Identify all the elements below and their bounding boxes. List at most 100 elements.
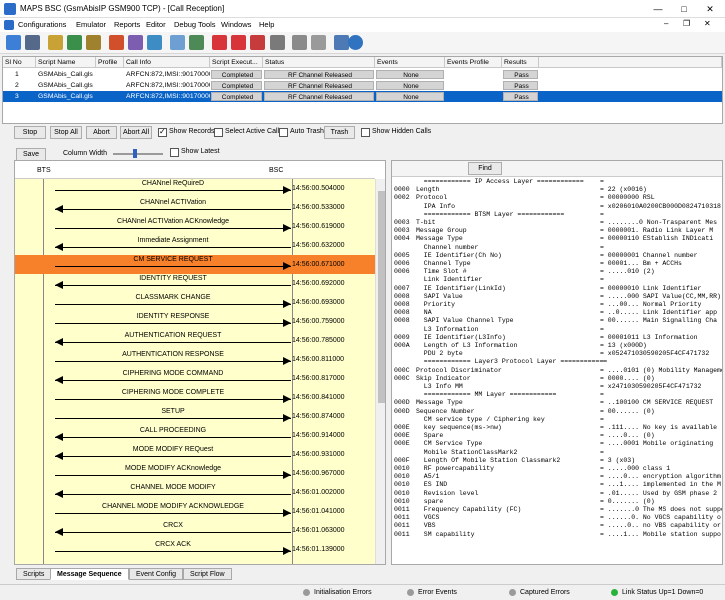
decode-offset: 0011 xyxy=(394,522,410,530)
decode-value: = xyxy=(600,358,604,366)
window-title: MAPS BSC (GsmAbisIP GSM900 TCP) - [Call … xyxy=(20,4,225,13)
menu-emulator[interactable]: Emulator xyxy=(76,20,106,29)
cell-result: Pass xyxy=(503,92,538,101)
menu-windows[interactable]: Windows xyxy=(221,20,251,29)
column-width-slider[interactable] xyxy=(113,153,163,155)
sequence-message[interactable]: AUTHENTICATION REQUEST 14:56:00.785000 xyxy=(15,331,375,350)
close-button[interactable]: ✕ xyxy=(697,0,723,18)
table-row-selected[interactable]: 3 GSMAbis_Call.gls ARFCN:872,IMSI::90170… xyxy=(3,91,722,102)
col-header-events-profile[interactable]: Events Profile xyxy=(445,57,502,68)
decode-value: = ......0. No VGCS capability o xyxy=(600,514,721,522)
checklist-icon[interactable] xyxy=(147,35,162,50)
sequence-scrollbar[interactable] xyxy=(375,179,385,564)
sequence-message[interactable]: IDENTITY RESPONSE 14:56:00.759000 xyxy=(15,312,375,331)
sequence-message[interactable]: CLASSMARK CHANGE 14:56:00.693000 xyxy=(15,293,375,312)
mdi-close-button[interactable]: ✕ xyxy=(704,19,711,28)
stop-doc-icon[interactable] xyxy=(212,35,227,50)
find-button[interactable]: Find xyxy=(468,162,502,175)
col-header-status[interactable]: Status xyxy=(263,57,375,68)
abort-button[interactable]: Abort xyxy=(86,126,117,139)
show-records-checkbox[interactable] xyxy=(158,127,167,137)
minimize-button[interactable]: — xyxy=(645,0,671,18)
pause-doc-icon[interactable] xyxy=(231,35,246,50)
menu-debug-tools[interactable]: Debug Tools xyxy=(174,20,216,29)
sequence-message[interactable]: CHANNEL MODE MODIFY 14:56:01.002000 xyxy=(15,483,375,502)
delete-doc-icon[interactable] xyxy=(250,35,265,50)
sequence-message[interactable]: Immediate Assignment 14:56:00.632000 xyxy=(15,236,375,255)
sequence-message[interactable]: SETUP 14:56:00.874000 xyxy=(15,407,375,426)
help-icon[interactable] xyxy=(334,35,349,50)
sequence-message[interactable]: IDENTITY REQUEST 14:56:00.692000 xyxy=(15,274,375,293)
list-icon[interactable] xyxy=(311,35,326,50)
mdi-minimize-button[interactable]: – xyxy=(664,19,668,28)
slider-thumb[interactable] xyxy=(133,149,137,158)
show-latest-checkbox[interactable] xyxy=(170,148,179,157)
decode-value: = ...00... Normal Priority xyxy=(600,301,702,308)
menu-configurations[interactable]: Configurations xyxy=(18,20,66,29)
col-header-call-info[interactable]: Call Info xyxy=(124,57,210,68)
maximize-button[interactable]: □ xyxy=(671,0,697,18)
notebook-icon[interactable] xyxy=(25,35,40,50)
sequence-message[interactable]: MODE MODIFY REQuest 14:56:00.931000 xyxy=(15,445,375,464)
cube-icon[interactable] xyxy=(109,35,124,50)
doc-icon[interactable] xyxy=(4,20,14,30)
pencil-icon[interactable] xyxy=(189,35,204,50)
message-timestamp: 14:56:00.632000 xyxy=(292,242,345,249)
table-row[interactable]: 2 GSMAbis_Call.gls ARFCN:872,IMSI::90170… xyxy=(3,80,722,91)
flag-icon[interactable] xyxy=(67,35,82,50)
auto-trash-checkbox[interactable] xyxy=(279,128,288,137)
menu-help[interactable]: Help xyxy=(259,20,274,29)
tools-icon[interactable] xyxy=(270,35,285,50)
col-header-slno[interactable]: Sl No xyxy=(3,57,36,68)
decode-field: T-bit xyxy=(416,219,436,226)
mdi-restore-button[interactable]: ❐ xyxy=(683,19,690,28)
scrollbar-thumb[interactable] xyxy=(378,191,385,403)
arrow-right-icon xyxy=(283,395,291,403)
col-header-profile[interactable]: Profile xyxy=(96,57,124,68)
tab-message-sequence[interactable]: Message Sequence xyxy=(50,568,129,580)
decode-offset: 0002 xyxy=(394,194,410,202)
sequence-message[interactable]: CHANnel ACTIVation ACKnowledge 14:56:00.6… xyxy=(15,217,375,236)
wand-icon[interactable] xyxy=(170,35,185,50)
sequence-message[interactable]: CIPHERING MODE COMMAND 14:56:00.817000 xyxy=(15,369,375,388)
menu-reports[interactable]: Reports xyxy=(114,20,140,29)
col-header-script-name[interactable]: Script Name xyxy=(36,57,96,68)
decode-value: = x052471030590205F4CF471732 xyxy=(600,350,710,358)
select-active-call-checkbox[interactable] xyxy=(214,128,223,137)
tab-script-flow[interactable]: Script Flow xyxy=(183,568,232,580)
sequence-message-selected[interactable]: CM SERVICE REQUEST 14:56:00.671000 xyxy=(15,255,375,274)
sequence-message[interactable]: MODE MODIFY ACKnowledge 14:56:00.967000 xyxy=(15,464,375,483)
col-header-events[interactable]: Events xyxy=(375,57,445,68)
sequence-message[interactable]: CHANnel ACTIVation 14:56:00.533000 xyxy=(15,198,375,217)
tab-scripts[interactable]: Scripts xyxy=(16,568,52,580)
col-header-script-exec[interactable]: Script Execut... xyxy=(210,57,263,68)
sequence-message[interactable]: CRCX 14:56:01.063000 xyxy=(15,521,375,540)
wizard-icon[interactable] xyxy=(128,35,143,50)
message-arrow-line xyxy=(55,342,291,343)
refresh-icon[interactable] xyxy=(348,35,363,50)
menu-editor[interactable]: Editor xyxy=(146,20,166,29)
sequence-message[interactable]: CIPHERING MODE COMPLETE 14:56:00.841000 xyxy=(15,388,375,407)
decode-line: L3 Info MM = x2471030590205F4CF471732 xyxy=(394,383,722,391)
sequence-message[interactable]: CRCX ACK 14:56:01.139000 xyxy=(15,540,375,559)
gear-icon[interactable] xyxy=(6,35,21,50)
show-hidden-calls-checkbox[interactable] xyxy=(361,128,370,137)
cell-status: RF Channel Released xyxy=(264,92,374,101)
decode-line: 000C Skip Indicator = 0000.... (0) xyxy=(394,375,722,383)
sequence-message[interactable]: CHANNEL MODE MODIFY ACKNOWLEDGE 14:56:01.… xyxy=(15,502,375,521)
stop-all-button[interactable]: Stop All xyxy=(50,126,82,139)
sequence-message[interactable]: CALL PROCEEDING 14:56:00.914000 xyxy=(15,426,375,445)
script-icon[interactable] xyxy=(48,35,63,50)
tab-event-config[interactable]: Event Config xyxy=(129,568,184,580)
abort-all-button[interactable]: Abort All xyxy=(120,126,152,139)
stop-button[interactable]: Stop xyxy=(14,126,46,139)
adjust-icon[interactable] xyxy=(292,35,307,50)
trash-button[interactable]: Trash xyxy=(324,126,355,139)
sequence-message[interactable]: AUTHENTICATION RESPONSE 14:56:00.811000 xyxy=(15,350,375,369)
table-row[interactable]: 1 GSMAbis_Call.gls ARFCN:872,IMSI::90170… xyxy=(3,69,722,80)
decode-value: = xyxy=(600,178,604,185)
message-label: AUTHENTICATION RESPONSE xyxy=(122,351,224,358)
col-header-results[interactable]: Results xyxy=(502,57,539,68)
people-icon[interactable] xyxy=(86,35,101,50)
sequence-message[interactable]: CHANnel ReQuireD 14:56:00.504000 xyxy=(15,179,375,198)
